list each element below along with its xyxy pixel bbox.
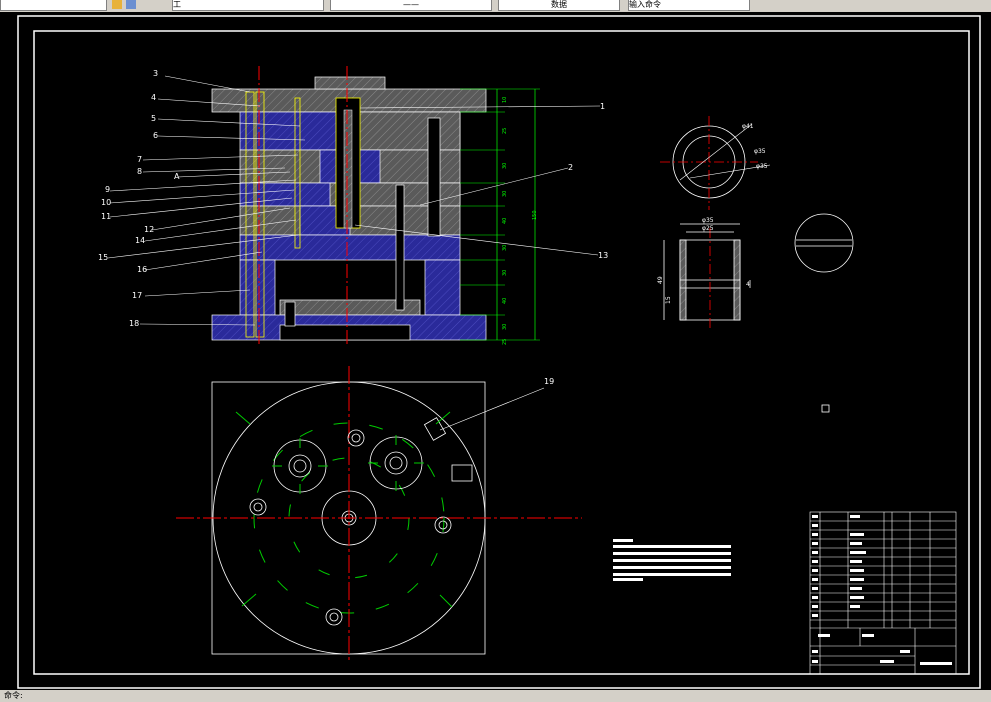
dim-3: 30 (502, 163, 508, 169)
dim-4: 4 (746, 281, 750, 288)
label-9: 9 (105, 185, 110, 194)
outer-frame (17, 15, 981, 689)
command-prompt: 命令: (4, 691, 23, 700)
cad-drawing: 10 25 30 30 40 30 30 40 30 25 150 3 4 5 … (17, 15, 981, 689)
dimension-lines (460, 88, 540, 341)
label-16: 16 (137, 265, 147, 274)
label-11: 11 (101, 212, 111, 221)
dim-8: 40 (502, 298, 508, 304)
title-block (809, 511, 957, 675)
label-2: 2 (568, 163, 573, 172)
dimension-texts: 10 25 30 30 40 30 30 40 30 25 150 (502, 97, 538, 345)
label-18: 18 (129, 319, 139, 328)
detail-bushing-top (660, 116, 771, 210)
command-line[interactable]: 命令: (0, 690, 991, 702)
label-8: 8 (137, 167, 142, 176)
label-10: 10 (101, 198, 111, 207)
label-15: 15 (98, 253, 108, 262)
title-block-text-marks (812, 515, 952, 665)
dim-phi41: φ41 (742, 123, 754, 130)
technical-notes (613, 539, 731, 581)
label-5: 5 (151, 114, 156, 123)
label-a: A (174, 172, 180, 181)
dim-4: 30 (502, 191, 508, 197)
dim-10: 25 (502, 339, 508, 345)
dim-6: 30 (502, 245, 508, 251)
dim-phi35-top2: φ35 (756, 163, 768, 170)
label-7: 7 (137, 155, 142, 164)
dim-1: 10 (502, 97, 508, 103)
dim-15: 15 (665, 296, 672, 304)
label-6: 6 (153, 131, 158, 140)
plan-view (176, 366, 582, 662)
label-14: 14 (135, 236, 145, 245)
dim-49: 49 (657, 276, 664, 284)
label-1: 1 (600, 102, 605, 111)
detail-circle-right (794, 213, 854, 273)
small-marker (821, 404, 830, 413)
detail-bushing-section (663, 223, 751, 330)
dim-5: 40 (502, 218, 508, 224)
dim-phi35-top: φ35 (754, 148, 766, 155)
label-3: 3 (153, 69, 158, 78)
inner-frame (33, 30, 970, 675)
label-17: 17 (132, 291, 142, 300)
dim-phi35: φ35 (702, 217, 714, 224)
label-12: 12 (144, 225, 154, 234)
dim-phi25: φ25 (702, 225, 714, 232)
dim-total: 150 (532, 210, 538, 220)
label-19: 19 (544, 377, 554, 386)
label-4: 4 (151, 93, 156, 102)
label-13: 13 (598, 251, 608, 260)
dim-9: 30 (502, 324, 508, 330)
dim-7: 30 (502, 270, 508, 276)
dim-2: 25 (502, 128, 508, 134)
